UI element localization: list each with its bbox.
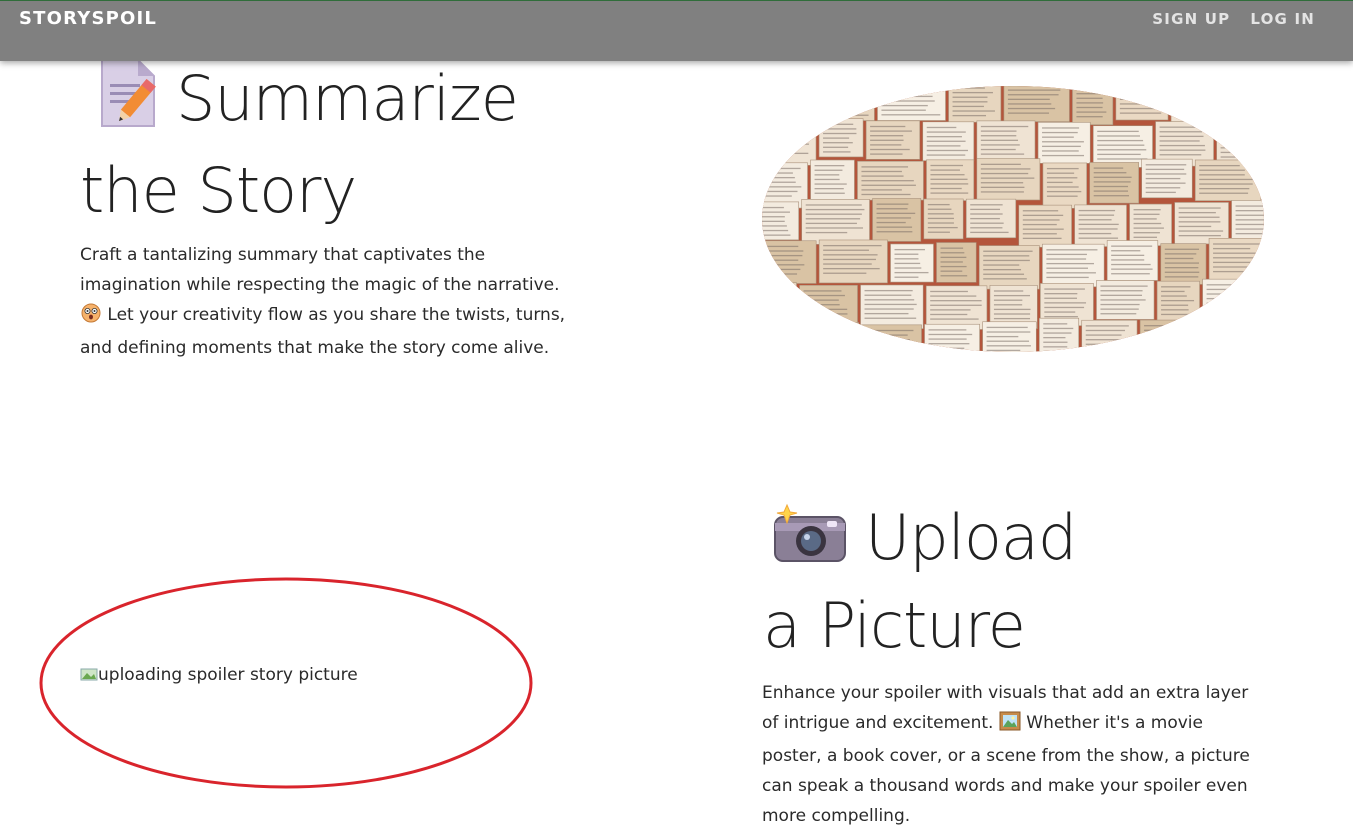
camera-with-flash-icon xyxy=(773,500,847,584)
broken-image: uploading spoiler story picture xyxy=(80,665,365,687)
memo-pencil-icon xyxy=(98,58,158,149)
framed-picture-icon xyxy=(999,711,1021,741)
summarize-text-a: Craft a tantalizing summary that captiva… xyxy=(80,245,560,295)
books-collage-image xyxy=(762,86,1264,352)
brand-logo-link[interactable]: STORYSPOIL xyxy=(19,8,157,29)
summarize-heading: Summarizethe Story xyxy=(80,57,600,233)
broken-image-icon xyxy=(80,665,98,685)
nav-links: SIGN UP LOG IN xyxy=(1152,10,1315,28)
upload-heading: Uploada Picture xyxy=(763,496,1323,668)
broken-image-alt: uploading spoiler story picture xyxy=(98,665,358,685)
summarize-paragraph: Craft a tantalizing summary that captiva… xyxy=(80,240,580,363)
navbar: STORYSPOIL SIGN UP LOG IN xyxy=(0,0,1353,61)
log-in-link[interactable]: LOG IN xyxy=(1250,10,1315,28)
sign-up-link[interactable]: SIGN UP xyxy=(1152,10,1230,28)
summarize-text-b: Let your creativity flow as you share th… xyxy=(80,305,565,358)
astonished-face-icon xyxy=(80,303,102,333)
upload-paragraph: Enhance your spoiler with visuals that a… xyxy=(762,678,1262,831)
